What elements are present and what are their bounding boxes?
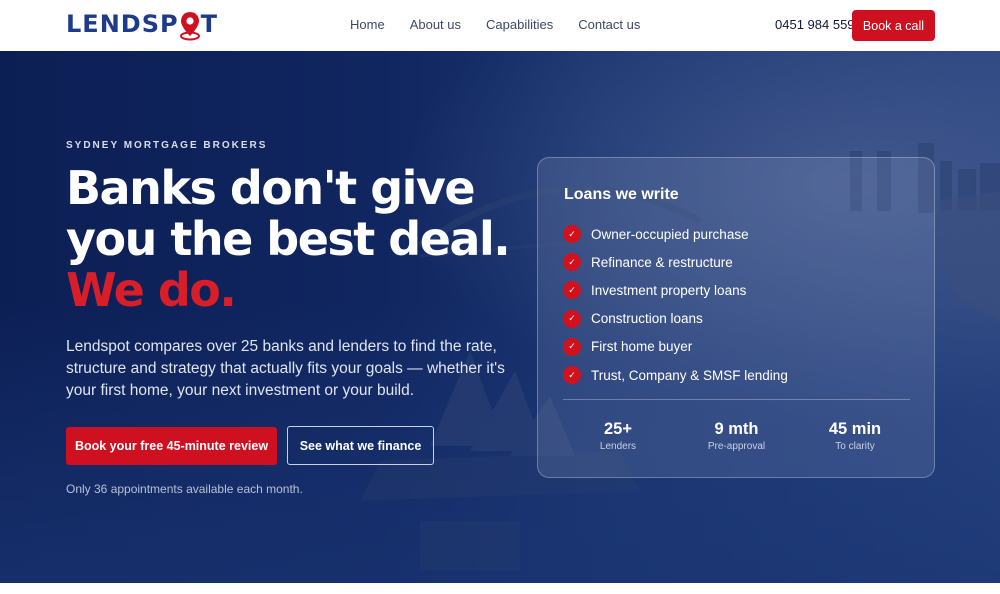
- loan-label: Construction loans: [591, 311, 703, 327]
- stat-value: 45 min: [828, 420, 882, 438]
- nav-link-home[interactable]: Home: [350, 17, 385, 32]
- check-icon: ✓: [563, 337, 581, 356]
- phone-number-link[interactable]: 0451 984 559: [775, 17, 855, 32]
- nav-link-contact[interactable]: Contact us: [578, 17, 640, 32]
- stat-label: To clarity: [835, 441, 875, 452]
- book-review-button[interactable]: Book your free 45-minute review: [66, 427, 277, 465]
- nav-link-about[interactable]: About us: [410, 17, 461, 32]
- logo-text-left: LENDSP: [66, 10, 179, 38]
- stat-value: 25+: [604, 420, 632, 438]
- card-divider: [563, 399, 910, 400]
- list-item: ✓ Trust, Company & SMSF lending: [563, 361, 788, 389]
- hero-lead-text: Lendspot compares over 25 banks and lend…: [66, 338, 505, 399]
- loans-card: Loans we write ✓ Owner-occupied purchase…: [537, 157, 935, 478]
- logo-text-right: T: [200, 10, 218, 38]
- loan-label: Owner-occupied purchase: [591, 226, 749, 242]
- map-pin-icon: [179, 11, 201, 41]
- loan-list: ✓ Owner-occupied purchase ✓ Refinance & …: [563, 220, 788, 389]
- loans-card-title: Loans we write: [564, 186, 679, 203]
- availability-note: Only 36 appointments available each mont…: [66, 482, 303, 496]
- site-header: LENDSP T Home About us Capabilities Cont…: [0, 0, 1000, 51]
- main-nav: Home About us Capabilities Contact us: [350, 17, 665, 32]
- loan-label: Refinance & restructure: [591, 254, 733, 270]
- loan-label: Trust, Company & SMSF lending: [591, 367, 788, 383]
- list-item: ✓ Owner-occupied purchase: [563, 220, 788, 248]
- stat-lenders: 25+ Lenders: [563, 419, 673, 452]
- hero-headline: Banks don't give you the best deal. We d…: [66, 161, 511, 317]
- stat-pre-approval: 9 mth Pre-approval: [682, 419, 792, 452]
- nav-link-capabilities[interactable]: Capabilities: [486, 17, 553, 32]
- list-item: ✓ Investment property loans: [563, 276, 788, 304]
- headline-accent: We do.: [66, 263, 237, 317]
- headline-line-1: Banks don't give: [66, 161, 476, 215]
- stat-label: Pre-approval: [707, 441, 766, 452]
- check-icon: ✓: [563, 281, 581, 300]
- list-item: ✓ First home buyer: [563, 333, 788, 361]
- list-item: ✓ Construction loans: [563, 305, 788, 333]
- headline-line-2: you the best deal.: [66, 212, 511, 266]
- loan-label: First home buyer: [591, 339, 693, 355]
- check-icon: ✓: [563, 225, 581, 244]
- book-call-button[interactable]: Book a call: [852, 10, 935, 41]
- hero-section: SYDNEY MORTGAGE BROKERS Banks don't give…: [0, 51, 1000, 583]
- check-icon: ✓: [563, 309, 581, 328]
- page-bottom-strip: [0, 583, 1000, 594]
- list-item: ✓ Refinance & restructure: [563, 248, 788, 276]
- loan-label: Investment property loans: [591, 282, 747, 298]
- stat-label: Lenders: [599, 441, 637, 452]
- check-icon: ✓: [563, 253, 581, 272]
- see-what-we-finance-button[interactable]: See what we finance: [287, 426, 434, 465]
- stat-value: 9 mth: [714, 420, 759, 438]
- hero-eyebrow: SYDNEY MORTGAGE BROKERS: [66, 140, 268, 151]
- stats-row: 25+ Lenders 9 mth Pre-approval 45 min To…: [563, 419, 910, 452]
- check-icon: ✓: [563, 366, 581, 385]
- stat-clarity: 45 min To clarity: [800, 419, 910, 452]
- logo[interactable]: LENDSP T: [66, 9, 218, 41]
